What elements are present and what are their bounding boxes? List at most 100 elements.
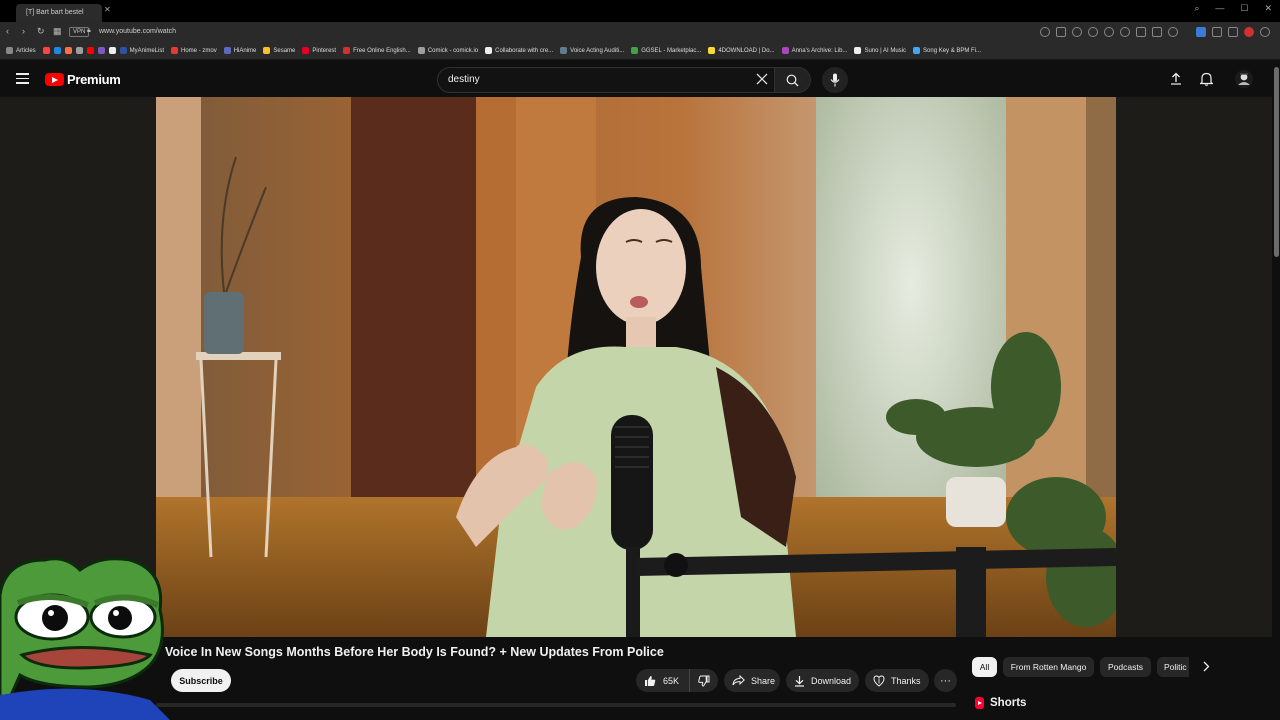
bookmark-item[interactable] bbox=[64, 47, 72, 54]
chip-label: Politic bbox=[1164, 662, 1187, 672]
extension-glasses-icon[interactable] bbox=[1212, 27, 1222, 37]
page-scrollbar[interactable] bbox=[1273, 61, 1280, 720]
bookmark-favicon-icon bbox=[263, 47, 271, 54]
bookmark-item[interactable]: MyAnimeList bbox=[119, 47, 165, 54]
chip-politics[interactable]: Politic bbox=[1157, 657, 1189, 677]
bookmark-favicon-icon bbox=[64, 47, 72, 54]
bookmark-item[interactable] bbox=[75, 47, 83, 54]
chip-podcasts[interactable]: Podcasts bbox=[1100, 657, 1151, 677]
bookmark-favicon-icon bbox=[171, 47, 179, 54]
download-toolbar-icon[interactable] bbox=[1136, 27, 1146, 37]
maximize-icon[interactable]: ☐ bbox=[1240, 3, 1248, 14]
bookmark-favicon-icon bbox=[42, 47, 50, 54]
forward-icon[interactable]: › bbox=[22, 26, 25, 36]
bookmark-item[interactable]: 4DOWNLOAD | Do... bbox=[708, 47, 775, 54]
tabs-grid-icon[interactable]: ▦ bbox=[53, 26, 62, 37]
chevron-right-icon[interactable] bbox=[1202, 661, 1210, 672]
chip-all[interactable]: All bbox=[972, 657, 997, 677]
share-label: Share bbox=[751, 675, 776, 686]
bookmark-favicon-icon bbox=[75, 47, 83, 54]
bookmark-favicon-icon bbox=[53, 47, 61, 54]
clear-search-icon[interactable] bbox=[756, 73, 768, 85]
search-input[interactable] bbox=[448, 74, 738, 85]
bookmark-favicon-icon bbox=[108, 47, 116, 54]
share-button[interactable]: Share bbox=[724, 669, 780, 692]
account-avatar[interactable] bbox=[1235, 70, 1253, 88]
tab-close-icon[interactable]: ✕ bbox=[104, 5, 111, 14]
bookmark-item[interactable] bbox=[42, 47, 50, 54]
chip-from-rotten-mango[interactable]: From Rotten Mango bbox=[1003, 657, 1094, 677]
bookmark-item[interactable]: HiAnime bbox=[223, 47, 256, 54]
close-window-icon[interactable]: ✕ bbox=[1264, 3, 1272, 14]
upload-icon[interactable] bbox=[1170, 72, 1182, 85]
address-bar[interactable]: www.youtube.com/watch bbox=[99, 28, 176, 35]
bookmark-label: MyAnimeList bbox=[129, 47, 165, 54]
profile-icon[interactable] bbox=[1244, 27, 1254, 37]
bookmark-label: Pinterest bbox=[312, 47, 337, 54]
subscribe-button[interactable]: Subscribe bbox=[171, 669, 231, 692]
bookmark-item[interactable] bbox=[97, 47, 105, 54]
bookmark-item[interactable]: Articles bbox=[6, 47, 36, 54]
bookmark-item[interactable] bbox=[86, 47, 94, 54]
menu-list-icon[interactable] bbox=[1152, 27, 1162, 37]
shield-icon[interactable] bbox=[1088, 27, 1098, 37]
bookmark-favicon-icon bbox=[560, 47, 568, 54]
bookmark-favicon-icon bbox=[781, 47, 789, 54]
browser-tab-title: [T] Bart bart bestel bbox=[26, 9, 84, 16]
bookmark-label: Anna's Archive: Lib... bbox=[791, 47, 848, 54]
video-frame[interactable] bbox=[156, 97, 1116, 637]
lock-icon: 🔒︎ bbox=[87, 27, 91, 34]
screenshot-icon[interactable] bbox=[1056, 27, 1066, 37]
notifications-bell-icon[interactable] bbox=[1200, 72, 1213, 86]
camera-icon[interactable] bbox=[1072, 27, 1082, 37]
bookmark-item[interactable]: Anna's Archive: Lib... bbox=[781, 47, 848, 54]
back-icon[interactable]: ‹ bbox=[6, 26, 9, 36]
chip-label: From Rotten Mango bbox=[1010, 662, 1087, 672]
hamburger-menu-icon[interactable] bbox=[16, 73, 29, 84]
reload-icon[interactable]: ↻ bbox=[37, 26, 45, 37]
voice-search-button[interactable] bbox=[822, 67, 848, 93]
bookmark-item[interactable]: Sesame bbox=[263, 47, 295, 54]
bookmark-item[interactable]: Song Key & BPM Fi... bbox=[913, 47, 981, 54]
bookmark-label: Collaborate with cre... bbox=[495, 47, 554, 54]
shorts-header: Shorts bbox=[975, 697, 1026, 709]
bookmark-item[interactable]: Pinterest bbox=[302, 47, 336, 54]
microphone-icon bbox=[830, 73, 840, 87]
scrollbar-thumb[interactable] bbox=[1274, 67, 1279, 257]
bookmark-item[interactable]: Suno | AI Music bbox=[854, 47, 906, 54]
bookmark-item[interactable]: GGSEL - Marketplac... bbox=[631, 47, 701, 54]
extension-blue-icon[interactable] bbox=[1196, 27, 1206, 37]
bookmark-label: GGSEL - Marketplac... bbox=[641, 47, 702, 54]
dislike-button[interactable] bbox=[690, 669, 718, 692]
bookmark-item[interactable] bbox=[53, 47, 61, 54]
browser-tab[interactable]: [T] Bart bart bestel bbox=[16, 4, 102, 22]
bookmark-item[interactable]: Free Online English... bbox=[343, 47, 411, 54]
minimize-icon[interactable]: — bbox=[1215, 3, 1224, 14]
bookmark-label: Suno | AI Music bbox=[864, 47, 907, 54]
thanks-button[interactable]: Thanks bbox=[865, 669, 929, 692]
like-button[interactable]: 65K bbox=[636, 669, 690, 692]
bookmark-item[interactable]: Home - zmov bbox=[171, 47, 217, 54]
youtube-premium-logo[interactable]: Premium bbox=[45, 72, 121, 87]
bookmarks-bar: Articles MyAnimeList Home - zmov HiAnime Ses… bbox=[0, 42, 1280, 60]
search-tabs-icon[interactable]: ⌕ bbox=[1194, 3, 1199, 14]
bookmark-item[interactable]: Comick - comick.io bbox=[417, 47, 478, 54]
heart-icon[interactable] bbox=[1120, 27, 1130, 37]
extension-tag-icon[interactable] bbox=[1228, 27, 1238, 37]
youtube-header: Premium bbox=[0, 61, 1272, 97]
bookmark-label: Free Online English... bbox=[353, 47, 411, 54]
download-button[interactable]: Download bbox=[786, 669, 859, 692]
bookmark-favicon-icon bbox=[6, 47, 13, 54]
battery-icon[interactable] bbox=[1168, 27, 1178, 37]
zoom-icon[interactable] bbox=[1040, 27, 1050, 37]
browser-menu-icon[interactable] bbox=[1260, 27, 1270, 37]
bookmark-item[interactable] bbox=[108, 47, 116, 54]
share-icon bbox=[732, 675, 745, 686]
flow-icon[interactable] bbox=[1104, 27, 1114, 37]
search-button[interactable] bbox=[775, 67, 811, 93]
video-still-image bbox=[156, 97, 1116, 637]
bookmark-label: Voice Acting Auditi... bbox=[570, 47, 625, 54]
more-actions-button[interactable]: ··· bbox=[934, 669, 957, 692]
bookmark-item[interactable]: Voice Acting Auditi... bbox=[560, 47, 624, 54]
bookmark-item[interactable]: Collaborate with cre... bbox=[485, 47, 553, 54]
